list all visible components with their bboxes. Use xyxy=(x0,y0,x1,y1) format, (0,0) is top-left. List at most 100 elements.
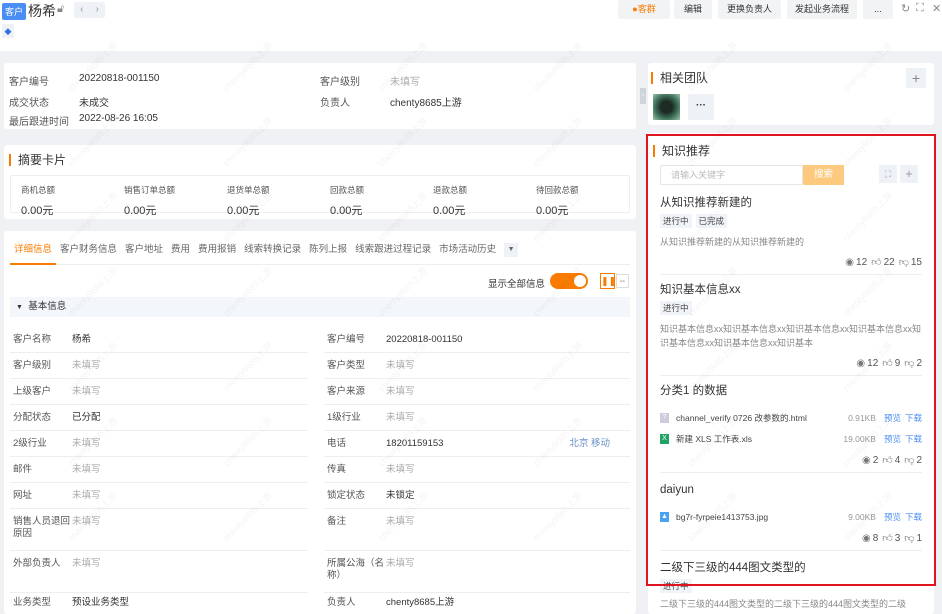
preview-link[interactable]: 预览 xyxy=(884,412,901,424)
tab-item[interactable]: 线索转换记录 xyxy=(240,241,305,265)
detail-row: 外部负责人 未填写 所属公海（名称） 未填写 xyxy=(10,551,630,593)
download-link[interactable]: 下载 xyxy=(905,433,922,445)
detail-row: 网址 未填写 锁定状态 未锁定 xyxy=(10,483,630,509)
add-knowledge-button[interactable]: + xyxy=(900,165,918,183)
tag-icon[interactable]: ◆ xyxy=(2,24,14,38)
status-tag: 进行中 xyxy=(660,301,692,315)
file-name[interactable]: 新建 XLS 工作表.xls xyxy=(676,433,843,445)
divider xyxy=(660,472,922,473)
knowledge-item[interactable]: 从知识推荐新建的 进行中 已完成 从知识推荐新建的从知识推荐新建的 ◉ 12 👍︎ 22 👎︎ 1… xyxy=(660,196,922,275)
more-actions-button[interactable]: ... xyxy=(863,0,893,19)
views-count: 8 xyxy=(872,533,879,544)
collapse-panel-handle[interactable]: › xyxy=(640,88,646,104)
knowledge-item[interactable]: daiyun ▲ bg7r-fyrpeie1413753.jpg 9.00KB 预览 下载… xyxy=(660,483,922,551)
eye-icon[interactable]: ◉ xyxy=(862,455,871,466)
preview-link[interactable]: 预览 xyxy=(884,433,901,445)
tabs-more-dropdown[interactable]: ▼ xyxy=(504,243,519,257)
start-flow-button[interactable]: 发起业务流程 xyxy=(787,0,857,19)
add-team-member-button[interactable]: + xyxy=(906,68,926,88)
field-label: 负责人 xyxy=(327,597,356,608)
thumbs-up-icon[interactable]: 👍︎ xyxy=(882,533,892,544)
field-label: 锁定状态 xyxy=(327,490,366,501)
views-count: 12 xyxy=(867,358,879,369)
knowledge-item-title[interactable]: 从知识推荐新建的 xyxy=(660,196,922,211)
knowledge-item[interactable]: 知识基本信息xx 进行中 知识基本信息xx知识基本信息xx知识基本信息xx知识基本信… xyxy=(660,283,922,376)
knowledge-search-button[interactable]: 搜索 xyxy=(803,165,844,185)
tab-item[interactable]: 费用 xyxy=(167,241,194,265)
preview-link[interactable]: 预览 xyxy=(884,511,901,523)
expand-icon[interactable]: ⛶ xyxy=(879,165,897,183)
knowledge-search-input[interactable]: 请输入关键字 xyxy=(660,165,803,185)
change-owner-button[interactable]: 更换负责人 xyxy=(718,0,781,19)
status-tag: 进行中 xyxy=(660,214,692,228)
field-value: chenty8685上游 xyxy=(386,597,455,608)
tab-item[interactable]: 详细信息 xyxy=(10,241,57,265)
summary-title: 摘要卡片 xyxy=(9,154,66,166)
close-icon[interactable]: ✕ xyxy=(932,2,941,15)
field-value: 未锁定 xyxy=(386,490,415,501)
field-value: 未填写 xyxy=(386,558,415,569)
dislikes-count: 15 xyxy=(910,257,922,268)
field-label: 销售人员退回原因 xyxy=(13,516,71,539)
eye-icon[interactable]: ◉ xyxy=(845,257,854,268)
tab-item[interactable]: 陈列上报 xyxy=(305,241,351,265)
knowledge-item-title[interactable]: 知识基本信息xx xyxy=(660,283,922,298)
eye-icon[interactable]: ◉ xyxy=(862,533,871,544)
field-label: 客户级别 xyxy=(13,360,52,371)
file-name[interactable]: bg7r-fyrpeie1413753.jpg xyxy=(676,512,848,522)
field-label: 客户级别 xyxy=(320,77,360,88)
tab-item[interactable]: 客户地址 xyxy=(121,241,167,265)
edit-button[interactable]: 编辑 xyxy=(674,0,712,19)
prev-record-button[interactable]: ‹ xyxy=(74,2,90,18)
refresh-icon[interactable]: ↻ xyxy=(901,2,910,15)
download-link[interactable]: 下载 xyxy=(905,412,922,424)
eye-icon[interactable]: ◉ xyxy=(856,358,865,369)
knowledge-item-title[interactable]: 分类1 的数据 xyxy=(660,384,922,399)
field-value: 20220818-001150 xyxy=(386,334,463,345)
avatar[interactable] xyxy=(653,94,680,120)
knowledge-item-title[interactable]: daiyun xyxy=(660,483,922,498)
next-record-button[interactable]: › xyxy=(90,2,106,18)
status-tag: 进行中 xyxy=(660,579,692,593)
thumbs-up-icon[interactable]: 👍︎ xyxy=(882,455,892,466)
tab-item[interactable]: 线索跟进过程记录 xyxy=(351,241,435,265)
summary-item: 销售订单总额 0.00元 xyxy=(114,176,217,217)
thumbs-down-icon[interactable]: 👎︎ xyxy=(899,257,909,268)
field-value: 未成交 xyxy=(79,98,109,109)
summary-label: 销售订单总额 xyxy=(124,185,176,195)
thumbs-up-icon[interactable]: 👍︎ xyxy=(882,358,892,369)
summary-value: 0.00元 xyxy=(21,205,54,217)
two-column-view-icon[interactable]: ❚❚ xyxy=(600,273,616,289)
tab-item[interactable]: 客户财务信息 xyxy=(56,241,121,265)
thumbs-down-icon[interactable]: 👎︎ xyxy=(904,358,914,369)
field-label: 分配状态 xyxy=(13,412,52,423)
lock-icon[interactable]: 🔓︎ xyxy=(57,3,64,16)
likes-count: 3 xyxy=(894,533,901,544)
thumbs-down-icon[interactable]: 👎︎ xyxy=(904,455,914,466)
knowledge-item[interactable]: 分类1 的数据? channel_verify 0726 改参数的.html 0.9… xyxy=(660,384,922,473)
show-all-toggle[interactable] xyxy=(550,273,588,289)
file-size: 19.00KB xyxy=(843,433,876,444)
section-header-basic-info[interactable]: ▼ 基本信息 xyxy=(10,297,630,317)
one-column-view-icon[interactable]: ⇔ xyxy=(616,274,629,288)
customer-group-button[interactable]: ●客群 xyxy=(618,0,670,19)
more-members-button[interactable]: ··· xyxy=(688,94,714,120)
thumbs-down-icon[interactable]: 👎︎ xyxy=(904,533,914,544)
detail-field: 客户级别 未填写 xyxy=(10,353,308,379)
divider xyxy=(660,274,922,275)
summary-value: 0.00元 xyxy=(536,205,569,217)
status-tags: 进行中 已完成 xyxy=(660,214,922,228)
knowledge-item-title[interactable]: 二级下三级的444图文类型的 xyxy=(660,561,922,576)
field-label: 成交状态 xyxy=(9,98,49,109)
knowledge-item[interactable]: 二级下三级的444图文类型的 进行中 二级下三级的444图文类型的二级下三级的444… xyxy=(660,561,922,610)
excel-file-icon: X xyxy=(660,433,669,444)
download-link[interactable]: 下载 xyxy=(905,511,922,523)
field-label: 上级客户 xyxy=(13,386,52,397)
summary-label: 待回款总额 xyxy=(536,185,579,195)
knowledge-stats: ◉ 12 👍︎ 9 👎︎ 2 xyxy=(660,358,922,370)
file-name[interactable]: channel_verify 0726 改参数的.html xyxy=(676,412,848,424)
tab-item[interactable]: 费用报销 xyxy=(194,241,240,265)
thumbs-up-icon[interactable]: 👍︎ xyxy=(871,257,881,268)
fullscreen-icon[interactable]: ⛶ xyxy=(916,2,924,15)
tab-item[interactable]: 市场活动历史 xyxy=(435,241,500,265)
